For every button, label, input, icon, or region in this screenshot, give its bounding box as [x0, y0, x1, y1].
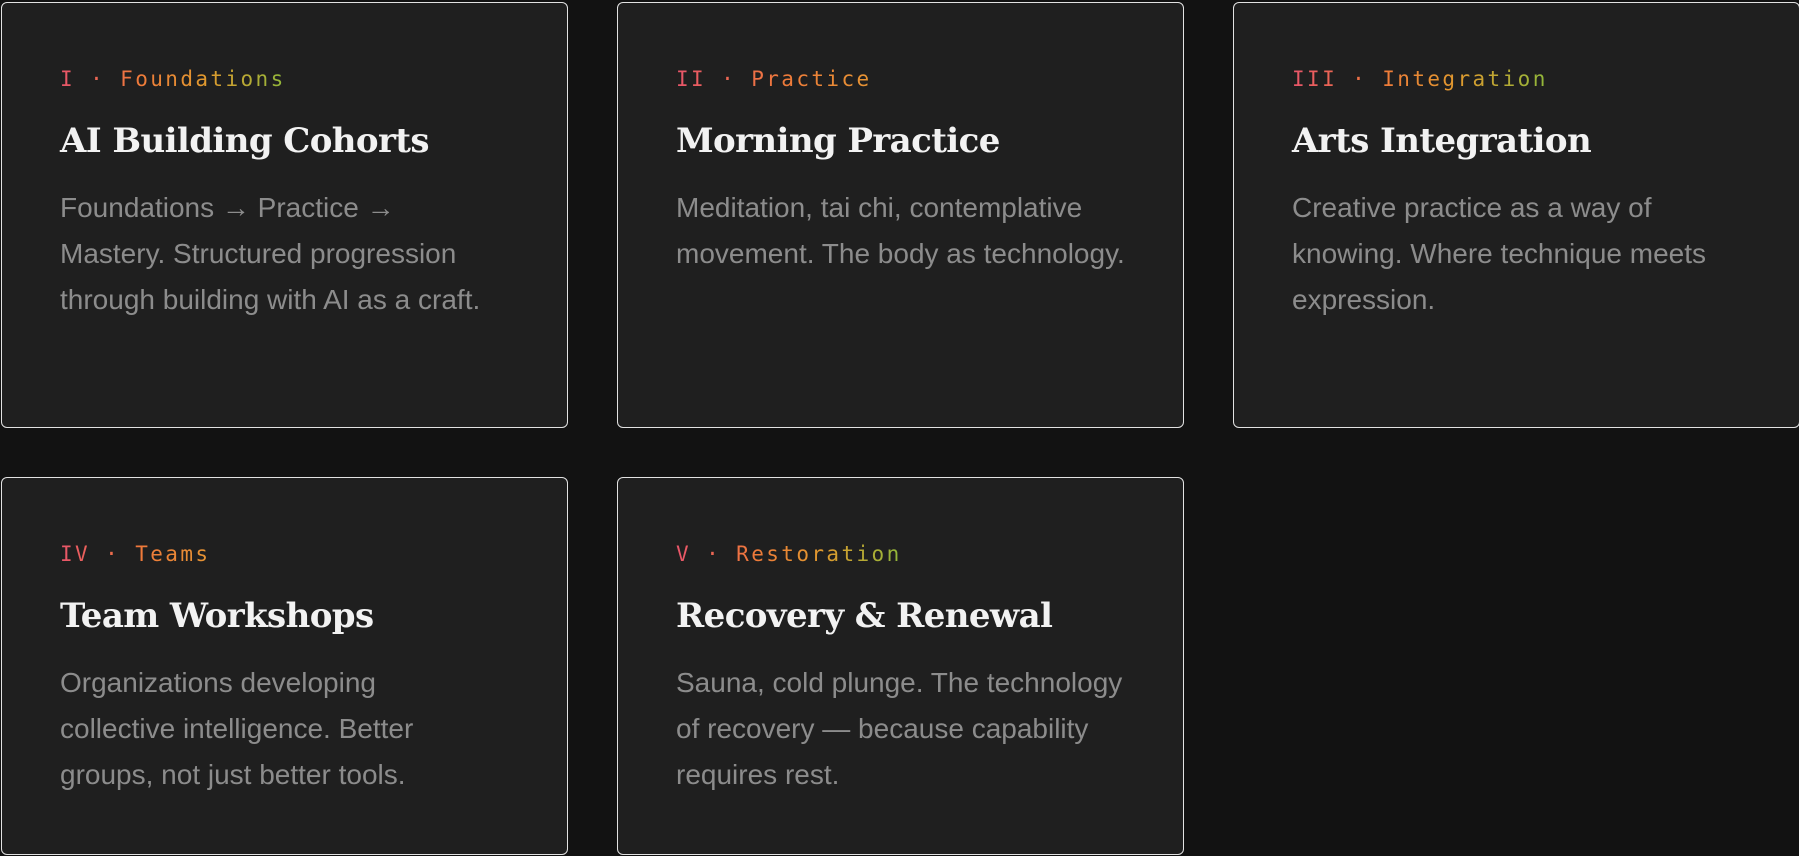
card-description: Sauna, cold plunge. The technology of re… [676, 667, 1123, 790]
card-title: Morning Practice [676, 121, 1000, 161]
card-description: Creative practice as a way of knowing. W… [1292, 192, 1706, 315]
card-description: Meditation, tai chi, contemplative movem… [676, 192, 1125, 269]
card-description: Organizations developing collective inte… [60, 667, 414, 790]
card-eyebrow: III · Integration [1292, 67, 1548, 91]
card-eyebrow: II · Practice [676, 67, 872, 91]
card-eyebrow: IV · Teams [60, 542, 211, 566]
card-title: AI Building Cohorts [60, 121, 430, 161]
program-card-foundations[interactable]: I · Foundations AI Building Cohorts Foun… [1, 2, 568, 428]
program-card-integration[interactable]: III · Integration Arts Integration Creat… [1233, 2, 1799, 428]
card-eyebrow: V · Restoration [676, 542, 902, 566]
card-title: Arts Integration [1292, 121, 1592, 161]
program-card-grid: I · Foundations AI Building Cohorts Foun… [0, 0, 1799, 856]
program-card-restoration[interactable]: V · Restoration Recovery & Renewal Sauna… [617, 477, 1184, 855]
card-eyebrow: I · Foundations [60, 67, 286, 91]
card-title: Recovery & Renewal [676, 596, 1053, 636]
program-card-practice[interactable]: II · Practice Morning Practice Meditatio… [617, 2, 1184, 428]
card-title: Team Workshops [60, 596, 374, 636]
program-card-teams[interactable]: IV · Teams Team Workshops Organizations … [1, 477, 568, 855]
card-description: Foundations → Practice → Mastery. Struct… [60, 192, 481, 315]
